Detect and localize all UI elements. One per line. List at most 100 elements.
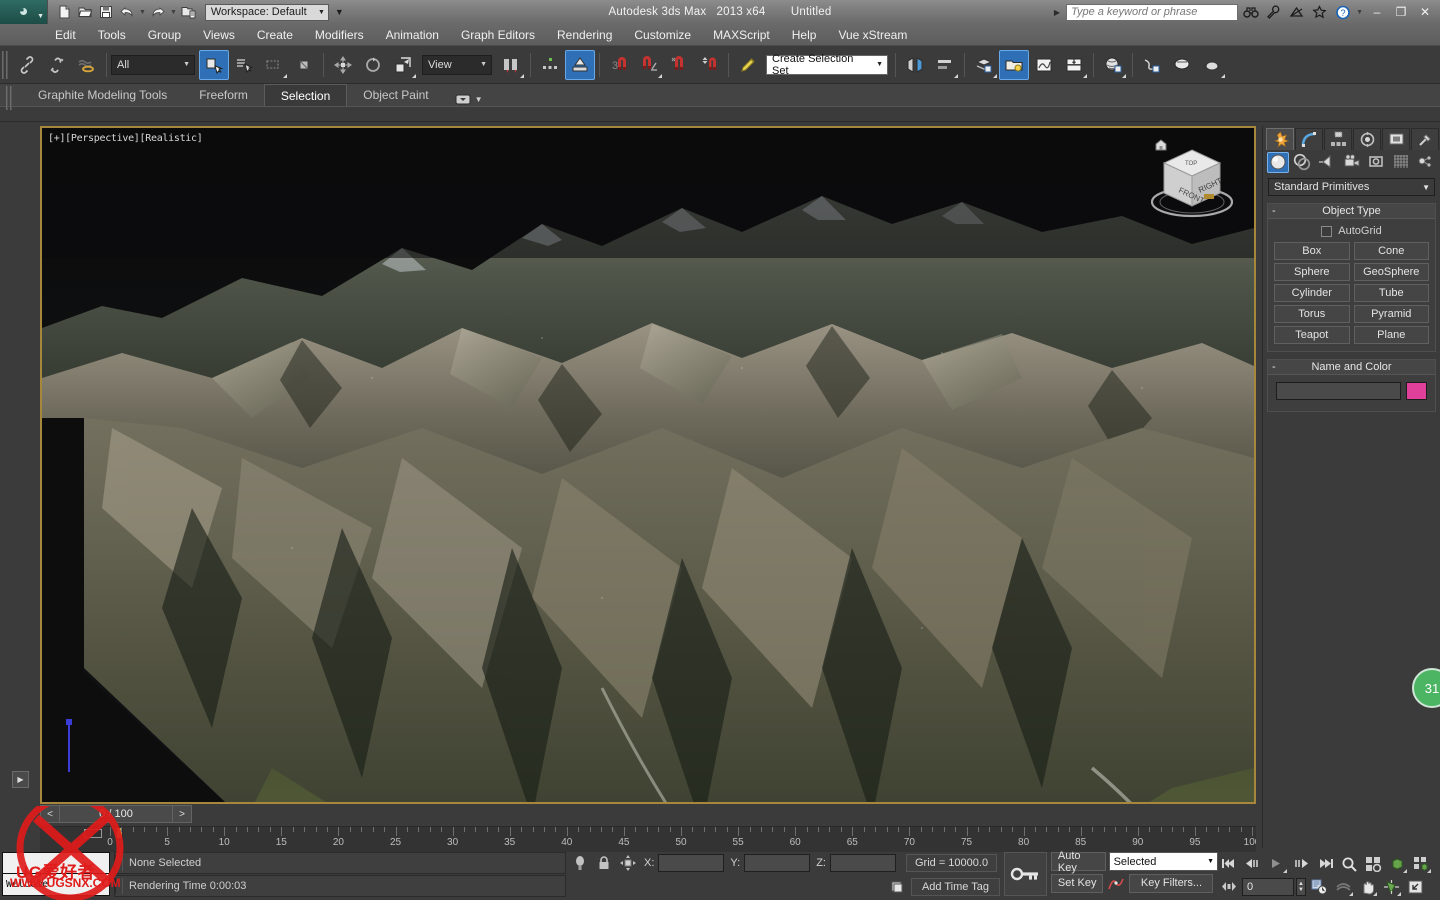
set-project-folder-icon[interactable] — [179, 2, 199, 22]
restore-button[interactable]: ❐ — [1390, 2, 1412, 22]
render-production-icon[interactable] — [1059, 50, 1089, 80]
orbit-icon[interactable] — [1380, 876, 1402, 897]
z-coordinate-input[interactable] — [829, 854, 896, 872]
menu-group[interactable]: Group — [137, 26, 192, 44]
torus-button[interactable]: Torus — [1274, 305, 1350, 323]
go-to-start-button[interactable] — [1218, 853, 1240, 874]
field-of-view-icon[interactable] — [1332, 876, 1354, 897]
application-menu-button[interactable]: ◕ ▼ — [0, 0, 48, 24]
mini-listener-pink-line[interactable] — [2, 852, 110, 874]
bind-to-space-warp-icon[interactable] — [72, 50, 102, 80]
isolate-selection-icon[interactable] — [570, 853, 590, 873]
current-frame-display[interactable]: 0 / 100 — [60, 805, 172, 823]
perspective-viewport[interactable]: [+][Perspective][Realistic] FRONT RIGHT … — [40, 126, 1256, 804]
modify-tab[interactable] — [1295, 128, 1323, 150]
menu-customize[interactable]: Customize — [623, 26, 702, 44]
undo-icon[interactable] — [117, 2, 137, 22]
time-slider[interactable]: < 0 / 100 > — [40, 805, 192, 823]
maximize-viewport-icon[interactable] — [1404, 876, 1426, 897]
material-editor-icon[interactable] — [1098, 50, 1128, 80]
cylinder-button[interactable]: Cylinder — [1274, 284, 1350, 302]
set-key-mode-icon[interactable] — [1004, 852, 1047, 896]
select-and-move-icon[interactable] — [328, 50, 358, 80]
select-and-manipulate-icon[interactable] — [565, 49, 595, 80]
curve-editor-icon[interactable] — [1137, 50, 1167, 80]
ribbon-tab-object-paint[interactable]: Object Paint — [347, 84, 444, 106]
track-view-key-icon[interactable] — [84, 829, 102, 838]
key-filters-button[interactable]: Key Filters... — [1129, 873, 1214, 893]
default-in-out-tangents-icon[interactable] — [1106, 873, 1126, 893]
communication-center-icon[interactable] — [1286, 2, 1307, 22]
ribbon-tab-selection[interactable]: Selection — [263, 84, 348, 106]
menu-create[interactable]: Create — [246, 26, 304, 44]
save-file-icon[interactable] — [96, 2, 116, 22]
autogrid-checkbox[interactable] — [1321, 225, 1333, 237]
select-by-name-icon[interactable] — [229, 50, 259, 80]
track-bar-ruler[interactable]: 0 5 10 15 20 25 30 35 40 45 50 55 60 65 70 75 80 85 90 95 10… — [40, 826, 1256, 852]
angle-snap-icon[interactable] — [634, 50, 664, 80]
frame-spinner[interactable]: ▲ ▼ — [1296, 877, 1306, 896]
schematic-view-icon[interactable] — [1167, 50, 1197, 80]
ribbon-tab-freeform[interactable]: Freeform — [183, 84, 264, 106]
select-and-rotate-icon[interactable] — [358, 50, 388, 80]
lights-icon[interactable] — [1316, 152, 1338, 173]
cameras-icon[interactable] — [1341, 152, 1363, 173]
prev-frame-arrow[interactable]: < — [40, 805, 60, 823]
time-tag-icon[interactable] — [887, 877, 907, 897]
box-button[interactable]: Box — [1274, 242, 1350, 260]
add-time-tag-button[interactable]: Add Time Tag — [910, 878, 1000, 896]
select-and-scale-icon[interactable] — [388, 50, 418, 80]
workspace-selector[interactable]: Workspace: Default ▼ — [204, 3, 329, 21]
time-configuration-icon[interactable] — [1308, 876, 1330, 897]
next-frame-button[interactable] — [1290, 853, 1312, 874]
mirror-icon[interactable] — [900, 50, 930, 80]
search-binoculars-icon[interactable] — [1240, 2, 1261, 22]
menu-maxscript[interactable]: MAXScript — [702, 26, 781, 44]
redo-icon[interactable] — [148, 2, 168, 22]
expand-panel-button[interactable]: ▶ — [12, 771, 29, 788]
new-file-icon[interactable] — [54, 2, 74, 22]
create-tab[interactable] — [1266, 128, 1294, 150]
select-and-link-icon[interactable] — [12, 50, 42, 80]
toolbar-grip[interactable] — [2, 50, 9, 80]
x-coordinate-input[interactable] — [658, 854, 725, 872]
autogrid-row[interactable]: AutoGrid — [1274, 223, 1429, 242]
menu-vue-xstream[interactable]: Vue xStream — [827, 26, 918, 44]
object-type-header[interactable]: - Object Type — [1268, 204, 1435, 219]
select-region-icon[interactable] — [259, 50, 289, 80]
tube-button[interactable]: Tube — [1353, 284, 1429, 302]
snap-toggle-icon[interactable]: 3 — [604, 50, 634, 80]
animation-selection-dropdown[interactable]: Selected ▼ — [1108, 852, 1218, 871]
primitive-category-dropdown[interactable]: Standard Primitives ▼ — [1268, 178, 1435, 196]
go-to-end-button[interactable] — [1314, 853, 1336, 874]
menu-modifiers[interactable]: Modifiers — [304, 26, 375, 44]
absolute-relative-icon[interactable] — [618, 853, 638, 873]
render-setup-icon[interactable] — [999, 49, 1029, 80]
space-warps-icon[interactable] — [1390, 152, 1412, 173]
zoom-all-icon[interactable] — [1362, 853, 1384, 874]
named-selection-set-dropdown[interactable]: Create Selection Set ▼ — [766, 53, 888, 77]
name-and-color-header[interactable]: - Name and Color — [1268, 360, 1435, 375]
spinner-snap-icon[interactable] — [694, 50, 724, 80]
undo-dropdown-caret[interactable]: ▼ — [138, 9, 147, 16]
ribbon-tab-graphite-modeling-tools[interactable]: Graphite Modeling Tools — [22, 84, 183, 106]
current-frame-input[interactable]: 0 — [1242, 877, 1294, 896]
utilities-tab[interactable] — [1411, 128, 1439, 150]
edit-named-selection-icon[interactable] — [733, 50, 763, 80]
shapes-icon[interactable] — [1292, 152, 1314, 173]
zoom-extents-all-icon[interactable] — [1410, 853, 1432, 874]
help-question-icon[interactable]: ? — [1332, 2, 1353, 22]
search-input[interactable]: Type a keyword or phrase — [1066, 3, 1239, 21]
minimize-button[interactable]: – — [1366, 2, 1388, 22]
selection-lock-icon[interactable] — [594, 853, 614, 873]
open-file-icon[interactable] — [75, 2, 95, 22]
geosphere-button[interactable]: GeoSphere — [1353, 263, 1429, 281]
percent-snap-icon[interactable] — [664, 50, 694, 80]
select-object-icon[interactable] — [199, 49, 229, 80]
viewcube-home-icon[interactable] — [1154, 138, 1168, 152]
use-center-icon[interactable] — [496, 50, 526, 80]
object-color-swatch[interactable] — [1406, 382, 1427, 400]
viewport-label[interactable]: [+][Perspective][Realistic] — [48, 133, 203, 144]
menu-views[interactable]: Views — [192, 26, 246, 44]
menu-animation[interactable]: Animation — [375, 26, 450, 44]
